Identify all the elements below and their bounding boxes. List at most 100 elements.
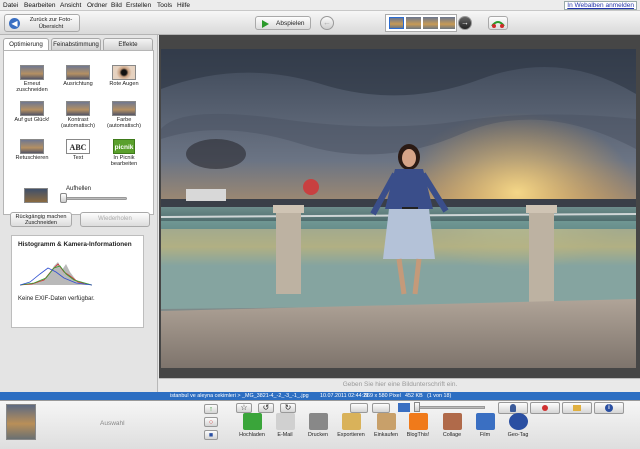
film-icon: [475, 413, 495, 430]
map-pin-icon: [542, 405, 548, 411]
menu-help[interactable]: Hilfe: [177, 2, 190, 9]
straighten-button[interactable]: Ausrichtung: [54, 65, 102, 87]
blogger-icon: [408, 413, 428, 430]
top-toolbar: ◀ Zurück zur Foto-Übersicht Abspielen ← …: [0, 11, 640, 35]
add-to-album-button[interactable]: ■: [204, 430, 218, 440]
action-label: Exportieren: [337, 432, 365, 438]
rotate-left-icon: ↺: [262, 403, 270, 412]
retouch-icon: [20, 139, 44, 154]
email-icon: [275, 413, 295, 430]
play-button-label: Abspielen: [276, 20, 305, 27]
shopping-icon: [376, 413, 396, 430]
lucky-icon: [20, 101, 44, 116]
play-icon: [262, 20, 269, 28]
status-bar: istanbul ve aleyna cekimleri > _MG_3821-…: [0, 392, 640, 400]
tool-label: Rote Augen: [109, 81, 139, 87]
rotate-left-button[interactable]: ↺: [258, 403, 274, 413]
lucky-button[interactable]: Auf gut Glück!: [8, 101, 56, 123]
caption-input[interactable]: Geben Sie hier eine Bildunterschrift ein…: [245, 381, 555, 388]
clear-tray-button[interactable]: ○: [204, 417, 218, 427]
histogram-title: Histogramm & Kamera-Informationen: [18, 241, 132, 248]
single-view-button[interactable]: [350, 403, 368, 413]
red-eye-icon: [112, 65, 136, 80]
tool-label: Auf gut Glück!: [14, 117, 50, 123]
previous-image-button[interactable]: ←: [320, 16, 334, 30]
exif-message: Keine EXIF-Daten verfügbar.: [18, 296, 95, 302]
fill-light-label: Aufhellen: [66, 186, 92, 192]
auto-contrast-button[interactable]: Kontrast (automatisch): [54, 101, 102, 129]
undo-button[interactable]: Rückgängig machen Zuschneiden: [10, 212, 72, 227]
menu-view[interactable]: Ansicht: [60, 2, 81, 9]
histogram-panel: Histogramm & Kamera-Informationen Keine …: [11, 235, 144, 328]
rotate-right-button[interactable]: ↻: [280, 403, 296, 413]
picnik-icon: picnik: [113, 139, 135, 154]
next-image-button[interactable]: →: [458, 16, 472, 30]
share-icon: [491, 21, 505, 28]
basic-fixes-panel: Erneut zuschneiden Ausrichtung Rote Auge…: [3, 50, 154, 215]
status-date: 10.07.2011 02:44:21: [320, 393, 370, 399]
export-button[interactable]: Exportieren: [331, 413, 371, 438]
fill-light-icon: [24, 188, 48, 203]
fill-light-slider[interactable]: [62, 197, 127, 200]
tray-selection-label: Auswahl: [100, 420, 125, 427]
menu-edit[interactable]: Bearbeiten: [24, 2, 55, 9]
upload-icon: [242, 413, 262, 430]
crop-button[interactable]: Erneut zuschneiden: [8, 65, 56, 93]
contrast-icon: [66, 101, 90, 116]
menu-image[interactable]: Bild: [111, 2, 122, 9]
filmstrip-thumb[interactable]: [440, 17, 455, 29]
photo-image: [161, 49, 636, 368]
status-path: istanbul ve aleyna cekimleri > _MG_3821-…: [170, 393, 309, 399]
zoom-slider[interactable]: [415, 406, 485, 409]
text-button[interactable]: ABC Text: [54, 139, 102, 161]
star-icon: ☆: [240, 403, 248, 412]
slideshow-play-button[interactable]: Abspielen: [255, 16, 311, 30]
back-button-label: Zurück zur Foto-Übersicht: [29, 17, 73, 30]
filmstrip-thumb[interactable]: [423, 17, 438, 29]
redo-button[interactable]: Wiederholen: [80, 212, 150, 227]
printer-icon: [308, 413, 328, 430]
main-photo[interactable]: [161, 49, 636, 368]
tags-button[interactable]: [562, 402, 592, 414]
info-icon: i: [605, 404, 613, 412]
share-button[interactable]: [488, 16, 508, 30]
collage-icon: [442, 413, 462, 430]
color-icon: [112, 101, 136, 116]
person-icon: [510, 404, 516, 412]
tag-icon: [573, 405, 581, 411]
menu-create[interactable]: Erstellen: [126, 2, 151, 9]
retouch-button[interactable]: Retuschieren: [8, 139, 56, 161]
tray-thumbnail[interactable]: [6, 404, 36, 440]
tool-label: Ausrichtung: [63, 81, 93, 87]
geotag-button[interactable]: Geo-Tag: [498, 413, 538, 438]
edit-panel: Optimierung Feinabstimmung Effekte Erneu…: [0, 35, 158, 392]
auto-color-button[interactable]: Farbe (automatisch): [100, 101, 148, 129]
menu-file[interactable]: Datei: [3, 2, 18, 9]
zoom-slider-handle[interactable]: [414, 402, 420, 412]
filmstrip-thumb[interactable]: [406, 17, 421, 29]
info-button[interactable]: i: [594, 402, 624, 414]
tool-label: Text: [72, 155, 84, 161]
menu-bar: Datei Bearbeiten Ansicht Ordner Bild Ers…: [0, 0, 640, 11]
tab-effekte[interactable]: Effekte: [103, 38, 153, 50]
tool-label: Erneut zuschneiden: [16, 81, 48, 93]
picnik-button[interactable]: picnik In Picnik bearbeiten: [100, 139, 148, 167]
menu-tools[interactable]: Tools: [157, 2, 172, 9]
tab-feinabstimmung[interactable]: Feinabstimmung: [51, 38, 101, 50]
zoom-image-icon: [398, 403, 410, 412]
menu-folder[interactable]: Ordner: [87, 2, 107, 9]
filmstrip-thumb[interactable]: [389, 17, 404, 29]
fill-light-slider-handle[interactable]: [60, 193, 67, 203]
web-albums-login-link[interactable]: In Webalben anmelden: [564, 1, 637, 10]
hold-tray-button[interactable]: ↑: [204, 404, 218, 414]
tool-label: Retuschieren: [15, 155, 49, 161]
clear-icon: ○: [208, 419, 214, 426]
compare-view-button[interactable]: [372, 403, 390, 413]
folder-icon: [341, 413, 361, 430]
globe-icon: [508, 413, 528, 430]
back-to-library-button[interactable]: ◀ Zurück zur Foto-Übersicht: [4, 14, 80, 32]
arrow-up-icon: ↑: [209, 406, 213, 413]
red-eye-button[interactable]: Rote Augen: [100, 65, 148, 87]
crop-icon: [20, 65, 44, 80]
star-button[interactable]: ☆: [236, 403, 252, 413]
